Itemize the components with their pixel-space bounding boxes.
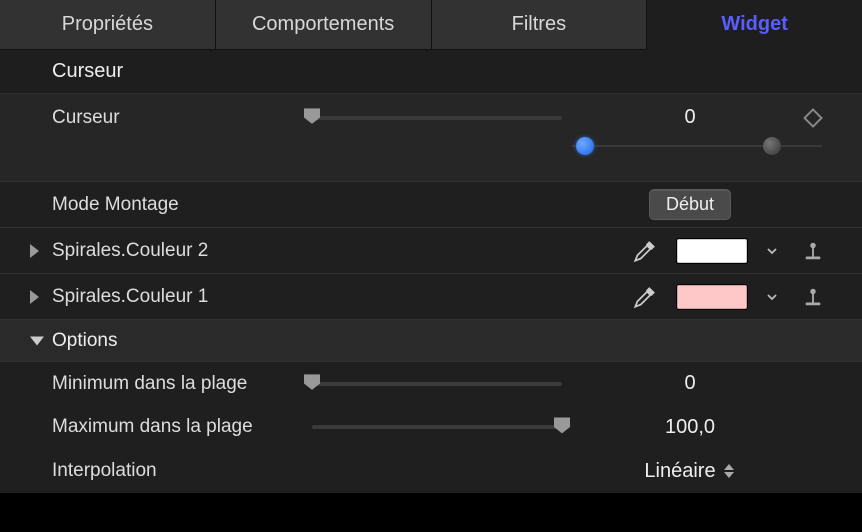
tab-filters[interactable]: Filtres bbox=[432, 0, 648, 50]
row-max-range: Maximum dans la plage 100,0 bbox=[0, 405, 862, 449]
disclosure-couleur1[interactable] bbox=[30, 290, 39, 304]
snapshot-marker-start[interactable] bbox=[576, 137, 594, 155]
label-edit-mode: Mode Montage bbox=[52, 194, 312, 216]
row-cursor-snapshots bbox=[0, 141, 862, 181]
tab-behaviors[interactable]: Comportements bbox=[216, 0, 432, 50]
snapshot-track[interactable] bbox=[572, 141, 822, 171]
min-range-value[interactable]: 0 bbox=[592, 372, 788, 395]
cursor-value[interactable]: 0 bbox=[592, 106, 788, 129]
label-min-range: Minimum dans la plage bbox=[52, 373, 312, 395]
min-range-slider[interactable] bbox=[312, 362, 592, 405]
inspector-tabs: Propriétés Comportements Filtres Widget bbox=[0, 0, 862, 50]
row-param-couleur2: Spirales.Couleur 2 bbox=[0, 227, 862, 273]
color-well-couleur2[interactable] bbox=[676, 238, 748, 264]
color-menu-couleur2[interactable] bbox=[766, 245, 778, 257]
keyframe-icon[interactable] bbox=[803, 108, 823, 128]
disclosure-couleur2[interactable] bbox=[30, 244, 39, 258]
inspector-panel: Propriétés Comportements Filtres Widget … bbox=[0, 0, 862, 493]
color-menu-couleur1[interactable] bbox=[766, 291, 778, 303]
label-param-couleur2: Spirales.Couleur 2 bbox=[52, 240, 312, 262]
row-param-couleur1: Spirales.Couleur 1 bbox=[0, 273, 862, 319]
row-cursor: Curseur 0 bbox=[0, 93, 862, 141]
color-well-couleur1[interactable] bbox=[676, 284, 748, 310]
eyedropper-icon[interactable] bbox=[632, 238, 658, 264]
disclosure-options[interactable] bbox=[30, 336, 44, 345]
eyedropper-icon[interactable] bbox=[632, 284, 658, 310]
tab-widget[interactable]: Widget bbox=[647, 0, 862, 50]
tab-properties[interactable]: Propriétés bbox=[0, 0, 216, 50]
max-range-value[interactable]: 100,0 bbox=[592, 416, 788, 439]
updown-icon bbox=[724, 462, 736, 480]
rig-icon[interactable] bbox=[802, 286, 824, 308]
edit-mode-button[interactable]: Début bbox=[649, 189, 731, 220]
row-options-header[interactable]: Options bbox=[0, 319, 862, 361]
label-max-range: Maximum dans la plage bbox=[52, 416, 312, 438]
rig-icon[interactable] bbox=[802, 240, 824, 262]
label-param-couleur1: Spirales.Couleur 1 bbox=[52, 286, 312, 308]
label-options: Options bbox=[52, 330, 312, 352]
label-cursor: Curseur bbox=[52, 107, 312, 129]
interpolation-value: Linéaire bbox=[644, 460, 715, 483]
row-interpolation: Interpolation Linéaire bbox=[0, 449, 862, 493]
max-range-slider[interactable] bbox=[312, 405, 592, 449]
label-interpolation: Interpolation bbox=[52, 460, 312, 482]
cursor-slider[interactable] bbox=[312, 94, 592, 141]
row-edit-mode: Mode Montage Début bbox=[0, 181, 862, 227]
max-range-thumb[interactable] bbox=[554, 417, 570, 433]
snapshot-marker-b[interactable] bbox=[763, 137, 781, 155]
row-min-range: Minimum dans la plage 0 bbox=[0, 361, 862, 405]
section-title: Curseur bbox=[0, 50, 862, 93]
interpolation-dropdown[interactable]: Linéaire bbox=[644, 460, 735, 483]
